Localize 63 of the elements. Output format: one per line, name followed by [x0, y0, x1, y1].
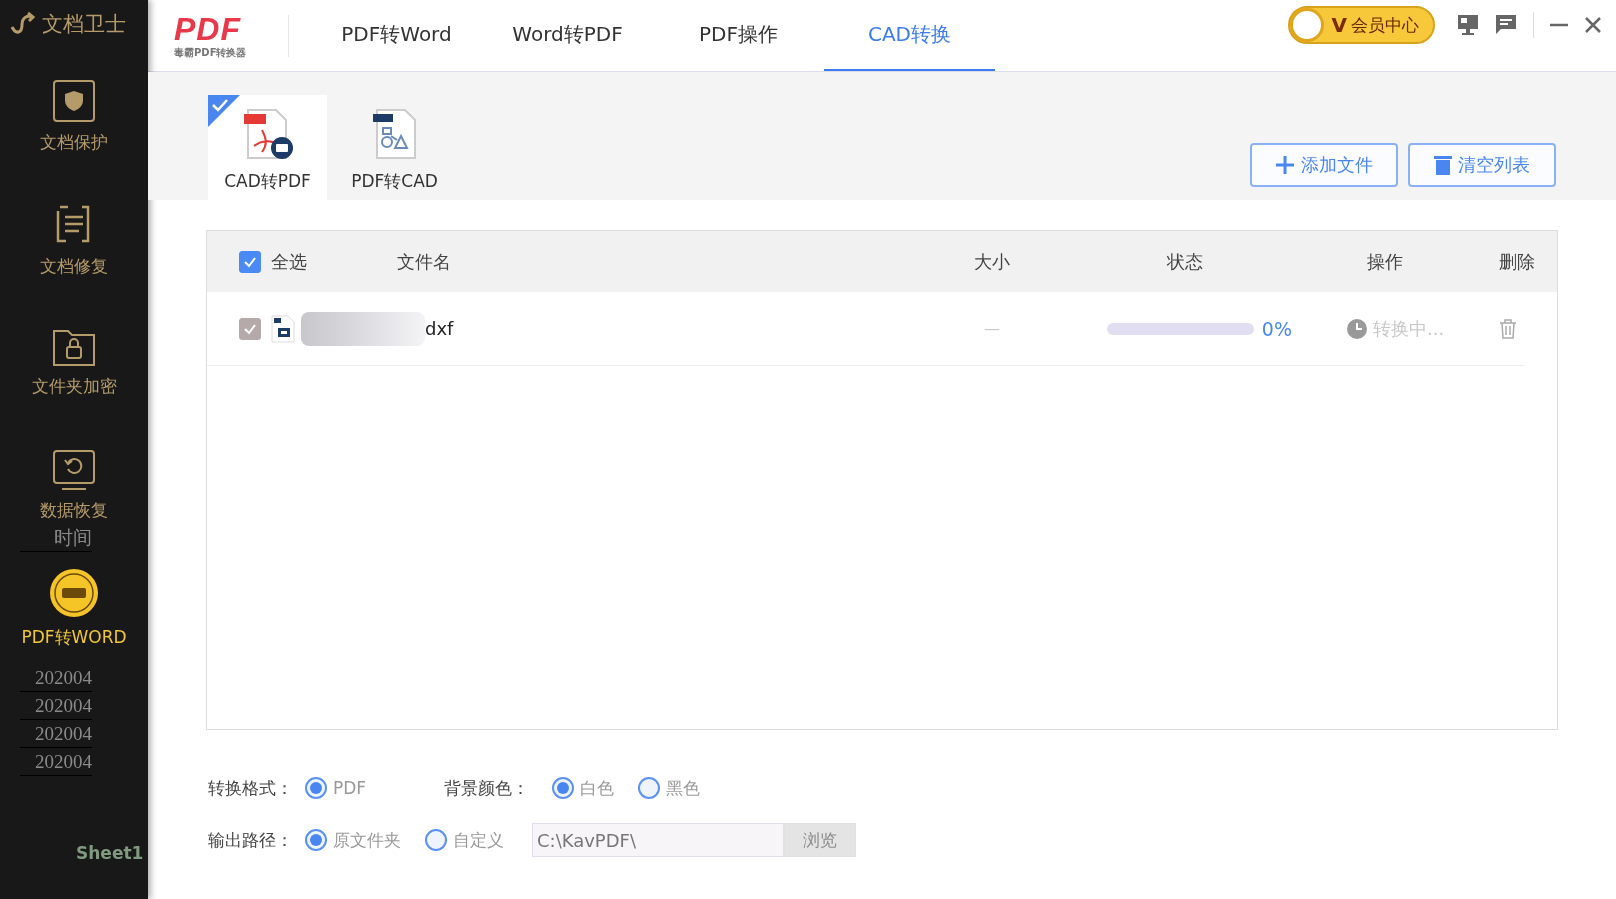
sidebar-item[interactable]: PDF转WORD	[21, 568, 127, 649]
sheet-tab[interactable]: Sheet1	[76, 843, 144, 863]
checkmark-icon	[243, 255, 257, 268]
sheet-cell: 202004	[20, 748, 92, 776]
sidebar-item[interactable]: 数据恢复	[40, 449, 108, 522]
radio-label: 自定义	[453, 828, 504, 852]
mode-tab[interactable]: CAD转PDF	[208, 95, 327, 201]
progress-percent: 0%	[1261, 317, 1292, 340]
clear-list-button[interactable]: 清空列表	[1408, 143, 1556, 187]
file-size: —	[984, 319, 1000, 338]
sheet-cell: 202004	[20, 692, 92, 720]
cad-file-icon	[271, 314, 295, 343]
select-all-label: 全选	[271, 249, 307, 274]
sheet-cell: 202004	[20, 664, 92, 692]
radio-label: PDF	[333, 778, 367, 798]
column-header: 文件名	[397, 250, 451, 272]
radio-button[interactable]	[425, 829, 447, 851]
shield-icon	[52, 79, 96, 123]
chat-icon[interactable]	[1495, 14, 1517, 36]
trash-icon[interactable]	[1499, 318, 1517, 339]
sidebar-item[interactable]: 文档保护	[40, 79, 108, 154]
radio-button[interactable]	[552, 777, 575, 799]
checkmark-icon	[243, 322, 257, 335]
radio-button[interactable]	[638, 777, 661, 799]
sidebar-item[interactable]: 文档修复	[40, 201, 108, 278]
mode-tab[interactable]: PDF转CAD	[335, 95, 454, 201]
folder-lock-icon	[52, 327, 96, 367]
clock-icon	[1347, 318, 1367, 339]
option-label: 背景颜色：	[444, 776, 531, 800]
nav-tab[interactable]: PDF操作	[653, 0, 824, 71]
column-header: 大小	[974, 250, 1010, 272]
option-label: 转换格式：	[208, 776, 294, 800]
add-file-button[interactable]: 添加文件	[1250, 143, 1398, 187]
pdf-circle-icon	[49, 568, 99, 618]
member-center-button[interactable]: V 会员中心	[1287, 6, 1435, 44]
nav-tab[interactable]: PDF转Word	[311, 0, 482, 71]
monitor-restore-icon	[52, 449, 96, 491]
nav-tab[interactable]: Word转PDF	[482, 0, 653, 71]
close-icon[interactable]	[1584, 16, 1602, 34]
squiggle-arrow-icon	[10, 11, 36, 37]
avatar-icon	[1289, 8, 1324, 42]
column-header: 状态	[1166, 250, 1203, 272]
logo-subtitle: 毒霸PDF转换器	[174, 45, 247, 60]
option-label: 输出路径：	[208, 828, 294, 852]
radio-label: 黑色	[666, 776, 701, 800]
monitor-icon[interactable]	[1457, 14, 1479, 36]
trash-icon	[1434, 155, 1452, 175]
sidebar-item[interactable]: 文件夹加密	[31, 327, 117, 398]
radio-label: 白色	[580, 776, 615, 800]
file-name: dxf	[425, 318, 454, 339]
column-header: 操作	[1366, 250, 1403, 272]
app-logo: PDF	[174, 11, 241, 46]
sheet-header-cell: 时间	[20, 524, 92, 552]
radio-button[interactable]	[305, 829, 327, 851]
radio-button[interactable]	[305, 777, 327, 799]
output-path-field[interactable]: C:\KavPDF\	[532, 823, 784, 857]
radio-label: 原文件夹	[333, 828, 401, 852]
select-all-checkbox[interactable]	[239, 250, 261, 273]
column-header: 删除	[1499, 250, 1535, 272]
plus-icon	[1275, 155, 1295, 175]
app-title: 文档卫士	[42, 11, 126, 38]
sheet-cell: 202004	[20, 720, 92, 748]
selected-corner-icon	[208, 95, 240, 127]
